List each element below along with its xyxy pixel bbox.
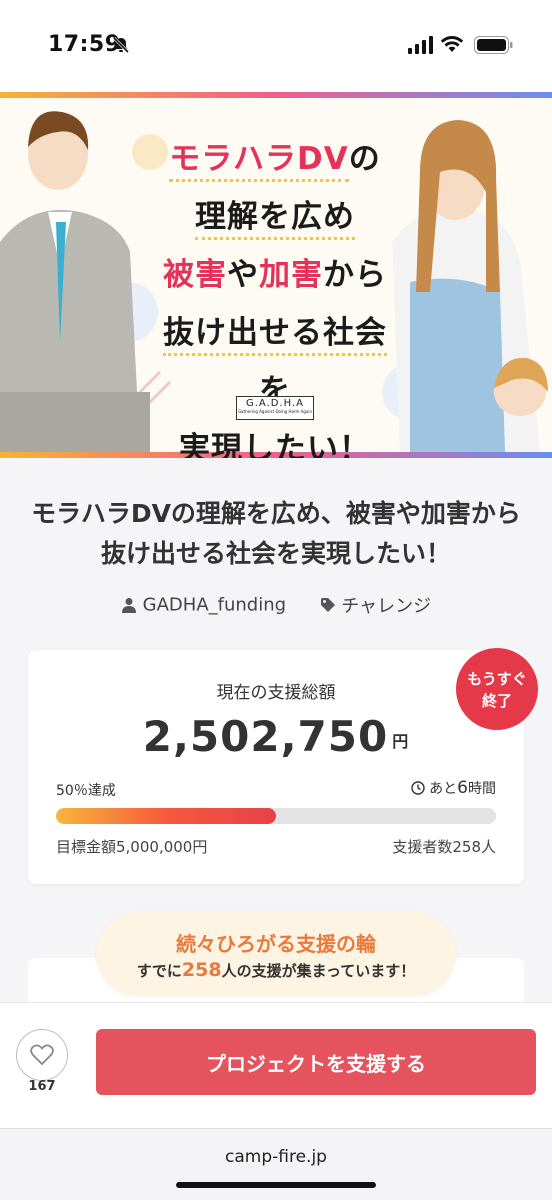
- support-ring-text: すでに258人の支援が集まっています！: [136, 959, 416, 981]
- action-bar: 167 プロジェクトを支援する: [0, 1002, 552, 1128]
- browser-url-bar[interactable]: camp-fire.jp: [0, 1128, 552, 1200]
- project-meta: GADHA_funding チャレンジ: [0, 592, 552, 618]
- project-category[interactable]: チャレンジ: [341, 596, 431, 617]
- cellular-signal-icon: [408, 36, 433, 54]
- status-bar: 17:59: [0, 0, 552, 92]
- funding-goal: 目標金額5,000,000円: [56, 838, 208, 856]
- funding-label: 現在の支援総額: [216, 683, 336, 703]
- funding-amount: 2,502,750 円: [142, 712, 410, 761]
- heart-icon: [30, 1044, 54, 1066]
- backer-count: 支援者数258人: [392, 838, 496, 856]
- like-count: 167: [28, 1079, 56, 1094]
- support-ring-heading: 続々ひろがる支援の輪: [176, 932, 376, 956]
- gadha-logo: G.A.D.H.A Gathering Against Doing Harm A…: [236, 396, 314, 420]
- hero-image: モラハラDVの 理解を広め 被害や加害から 抜け出せる社会を 実現したい！ G.…: [0, 92, 552, 458]
- wifi-icon: [440, 36, 464, 52]
- clock-icon: [411, 781, 425, 795]
- support-ring-bubble: 続々ひろがる支援の輪 すでに258人の支援が集まっています！: [96, 912, 456, 996]
- funding-card: 現在の支援総額 2,502,750 円 50％達成 あと6時間 目標金額5,000…: [28, 648, 538, 884]
- user-icon: [121, 598, 136, 613]
- funding-progress-fill: [56, 808, 276, 824]
- project-title: モラハラDVの理解を広め、被害や加害から抜け出せる社会を実現したい！: [31, 499, 521, 568]
- battery-icon: [474, 36, 513, 54]
- funding-percent: 50％達成: [56, 783, 116, 799]
- url-text: camp-fire.jp: [225, 1147, 327, 1167]
- tag-icon: [320, 598, 335, 612]
- project-owner[interactable]: GADHA_funding: [143, 595, 286, 616]
- status-time: 17:59: [48, 32, 121, 57]
- time-remaining: あと6時間: [411, 778, 496, 798]
- funding-progress-bar: [56, 808, 496, 824]
- like-button[interactable]: [16, 1029, 68, 1081]
- support-project-button[interactable]: プロジェクトを支援する: [96, 1029, 536, 1095]
- ending-soon-badge: もうすぐ 終了: [456, 648, 538, 730]
- home-indicator[interactable]: [176, 1182, 376, 1188]
- bell-muted-icon: [112, 36, 130, 54]
